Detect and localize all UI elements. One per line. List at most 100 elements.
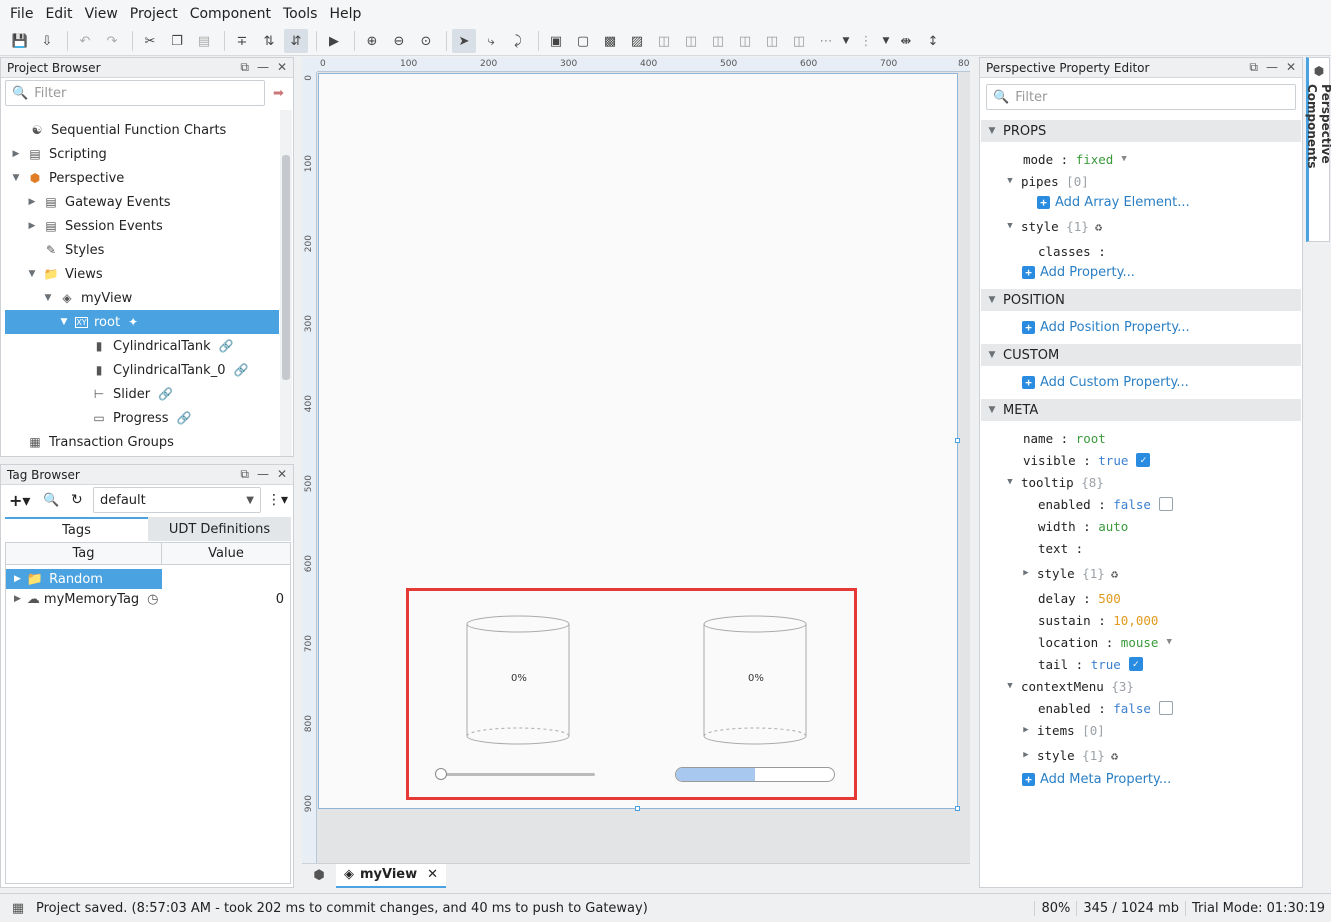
- prop-value[interactable]: root: [1076, 431, 1106, 446]
- tree-item-perspective[interactable]: ▼ ⬢ Perspective: [11, 166, 125, 190]
- prop-value[interactable]: 10,000: [1113, 613, 1158, 628]
- tree-item-gateway-events[interactable]: ▶ ▤ Gateway Events: [27, 190, 171, 214]
- prop-contextmenu[interactable]: ▼ contextMenu {3}: [1005, 675, 1134, 697]
- section-props[interactable]: ▼ PROPS: [981, 120, 1301, 142]
- group-icon[interactable]: ▣: [544, 29, 568, 53]
- dropdown-arrow-icon[interactable]: ▼: [881, 29, 891, 53]
- close-icon[interactable]: ✕: [277, 60, 287, 75]
- float-icon[interactable]: ⧉: [240, 60, 249, 75]
- prop-value[interactable]: fixed: [1076, 152, 1114, 167]
- section-meta[interactable]: ▼ META: [981, 399, 1301, 421]
- section-custom[interactable]: ▼ CUSTOM: [981, 344, 1301, 366]
- float-icon[interactable]: ⧉: [240, 467, 249, 482]
- col-value[interactable]: Value: [162, 543, 290, 564]
- section-position[interactable]: ▼ POSITION: [981, 289, 1301, 311]
- col-tag[interactable]: Tag: [6, 543, 162, 564]
- pointer-icon[interactable]: ➤: [452, 29, 476, 53]
- same-width-icon[interactable]: ⇼: [894, 29, 918, 53]
- checkbox-checked-icon[interactable]: ✓: [1128, 657, 1143, 671]
- tag-provider-select[interactable]: default ▼: [93, 487, 261, 513]
- perspective-components-side-tab[interactable]: ⬢ Perspective Components: [1305, 57, 1331, 242]
- zoom-out-icon[interactable]: ⊖: [387, 29, 411, 53]
- add-position-property-link[interactable]: + Add Position Property...: [1022, 316, 1190, 338]
- save-icon[interactable]: 💾: [8, 29, 32, 53]
- tab-myview[interactable]: ◈ myView ✕: [336, 863, 447, 888]
- menu-help[interactable]: Help: [323, 6, 367, 22]
- prop-tooltip-style[interactable]: ▶ style {1} ♻: [1021, 562, 1118, 584]
- menu-tools[interactable]: Tools: [277, 6, 324, 22]
- expand-icon[interactable]: ▶: [27, 197, 37, 207]
- prop-tooltip-location[interactable]: location : mouse ▼: [1038, 631, 1172, 653]
- minimize-icon[interactable]: —: [257, 60, 269, 75]
- project-filter-input[interactable]: 🔍 Filter: [5, 80, 265, 106]
- align-top-icon[interactable]: ◫: [733, 29, 757, 53]
- grid-icon[interactable]: ▦: [0, 901, 36, 916]
- menu-edit[interactable]: Edit: [39, 6, 78, 22]
- paint-bucket-icon[interactable]: ♻: [1095, 219, 1103, 234]
- toggle-icon[interactable]: ⇵: [284, 29, 308, 53]
- table-row[interactable]: ▶ ☁ myMemoryTag ◷ 0: [6, 589, 290, 609]
- collapse-icon[interactable]: ▼: [1005, 477, 1015, 487]
- minimize-icon[interactable]: —: [1266, 60, 1278, 75]
- menu-view[interactable]: View: [79, 6, 124, 22]
- prop-tooltip[interactable]: ▼ tooltip {8}: [1005, 471, 1104, 493]
- tree-item-cylindricaltank-0[interactable]: ▮ CylindricalTank_0 🔗: [75, 358, 249, 382]
- prop-contextmenu-style[interactable]: ▶ style {1} ♻: [1021, 744, 1118, 766]
- close-icon[interactable]: ✕: [277, 467, 287, 482]
- expand-icon[interactable]: ▶: [27, 221, 37, 231]
- chevron-down-icon[interactable]: ▼: [1166, 637, 1171, 647]
- redo-icon[interactable]: ↷: [100, 29, 124, 53]
- more-options-icon[interactable]: ⋮▾: [267, 492, 288, 508]
- slider-handle[interactable]: [435, 768, 447, 780]
- expand-icon[interactable]: ▶: [14, 594, 21, 604]
- collapse-icon[interactable]: ▼: [11, 173, 21, 183]
- align-middle-icon[interactable]: ◫: [760, 29, 784, 53]
- align-icon[interactable]: ∓: [230, 29, 254, 53]
- prop-name[interactable]: name : root: [1023, 427, 1106, 449]
- close-icon[interactable]: ✕: [1286, 60, 1296, 75]
- prop-tooltip-text[interactable]: text :: [1038, 537, 1083, 559]
- prop-style[interactable]: ▼ style {1} ♻: [1005, 215, 1102, 237]
- expand-icon[interactable]: ▶: [14, 574, 21, 584]
- prop-visible[interactable]: visible : true ✓: [1023, 449, 1151, 471]
- flip-icon[interactable]: ⇅: [257, 29, 281, 53]
- resize-handle[interactable]: [955, 806, 960, 811]
- align-left-icon[interactable]: ◫: [652, 29, 676, 53]
- cut-icon[interactable]: ✂: [138, 29, 162, 53]
- collapse-icon[interactable]: ▼: [27, 269, 37, 279]
- tree-item-slider[interactable]: ⊢ Slider 🔗: [75, 382, 173, 406]
- add-array-element-link[interactable]: + Add Array Element...: [1037, 191, 1190, 213]
- prop-pipes[interactable]: ▼ pipes [0]: [1005, 170, 1088, 192]
- menu-component[interactable]: Component: [184, 6, 277, 22]
- paint-bucket-icon[interactable]: ♻: [1111, 748, 1119, 763]
- collapse-icon[interactable]: ▼: [987, 405, 997, 415]
- collapse-icon[interactable]: ▼: [59, 317, 69, 327]
- zoom-fit-icon[interactable]: ⊙: [414, 29, 438, 53]
- prop-classes[interactable]: classes :: [1038, 240, 1106, 262]
- undo-icon[interactable]: ↶: [73, 29, 97, 53]
- prop-value[interactable]: mouse: [1121, 635, 1159, 650]
- locate-icon[interactable]: ➡: [273, 86, 284, 101]
- expand-icon[interactable]: ▶: [1021, 750, 1031, 760]
- prop-tooltip-tail[interactable]: tail : true ✓: [1038, 653, 1143, 675]
- add-meta-property-link[interactable]: + Add Meta Property...: [1022, 768, 1171, 790]
- collapse-icon[interactable]: ▼: [1005, 176, 1015, 186]
- connect-icon[interactable]: ⤷: [479, 29, 503, 53]
- prop-value[interactable]: 500: [1098, 591, 1121, 606]
- tree-item-sfc[interactable]: ☯ Sequential Function Charts: [1, 118, 227, 142]
- menu-file[interactable]: File: [4, 6, 39, 22]
- tree-item-cylindricaltank[interactable]: ▮ CylindricalTank 🔗: [75, 334, 234, 358]
- view-canvas[interactable]: 0% 0%: [318, 73, 960, 811]
- collapse-icon[interactable]: ▼: [987, 350, 997, 360]
- dropdown-arrow-icon[interactable]: ▼: [841, 29, 851, 53]
- tree-item-myview[interactable]: ▼ ◈ myView: [43, 286, 133, 310]
- same-height-icon[interactable]: ↕: [921, 29, 945, 53]
- checkbox-unchecked-icon[interactable]: [1158, 701, 1173, 715]
- tree-item-root[interactable]: ▼ XY root ✦: [5, 310, 279, 334]
- tree-item-progress[interactable]: ▭ Progress 🔗: [75, 406, 191, 430]
- property-filter-input[interactable]: 🔍 Filter: [986, 84, 1296, 110]
- prop-tooltip-enabled[interactable]: enabled : false: [1038, 493, 1173, 515]
- reshape-icon[interactable]: ⤸: [506, 29, 530, 53]
- send-back-icon[interactable]: ▨: [625, 29, 649, 53]
- checkbox-checked-icon[interactable]: ✓: [1136, 453, 1151, 467]
